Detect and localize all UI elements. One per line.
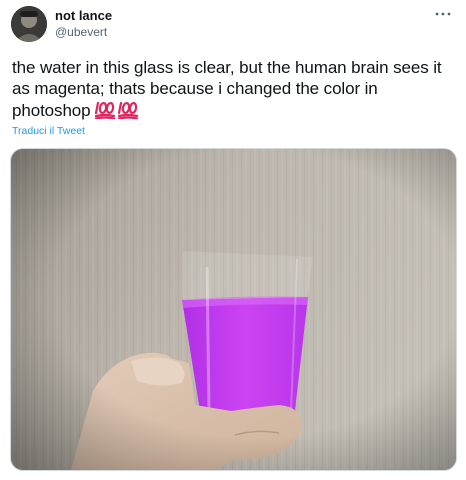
author-display-name[interactable]: not lance (55, 8, 112, 24)
more-horizontal-icon (435, 12, 451, 16)
author-handle[interactable]: @ubevert (55, 24, 107, 40)
tweet-photo[interactable] (10, 148, 457, 471)
translate-tweet-link[interactable]: Traduci il Tweet (12, 124, 85, 138)
hundred-points-emoji (95, 101, 139, 119)
tweet: not lance @ubevert the water in this gla… (0, 0, 466, 480)
tweet-text-body: the water in this glass is clear, but th… (12, 58, 442, 120)
tweet-text: the water in this glass is clear, but th… (12, 57, 458, 121)
more-options-button[interactable] (432, 6, 454, 22)
avatar[interactable] (11, 6, 47, 42)
avatar-image (11, 6, 47, 42)
photo-image (11, 149, 456, 470)
